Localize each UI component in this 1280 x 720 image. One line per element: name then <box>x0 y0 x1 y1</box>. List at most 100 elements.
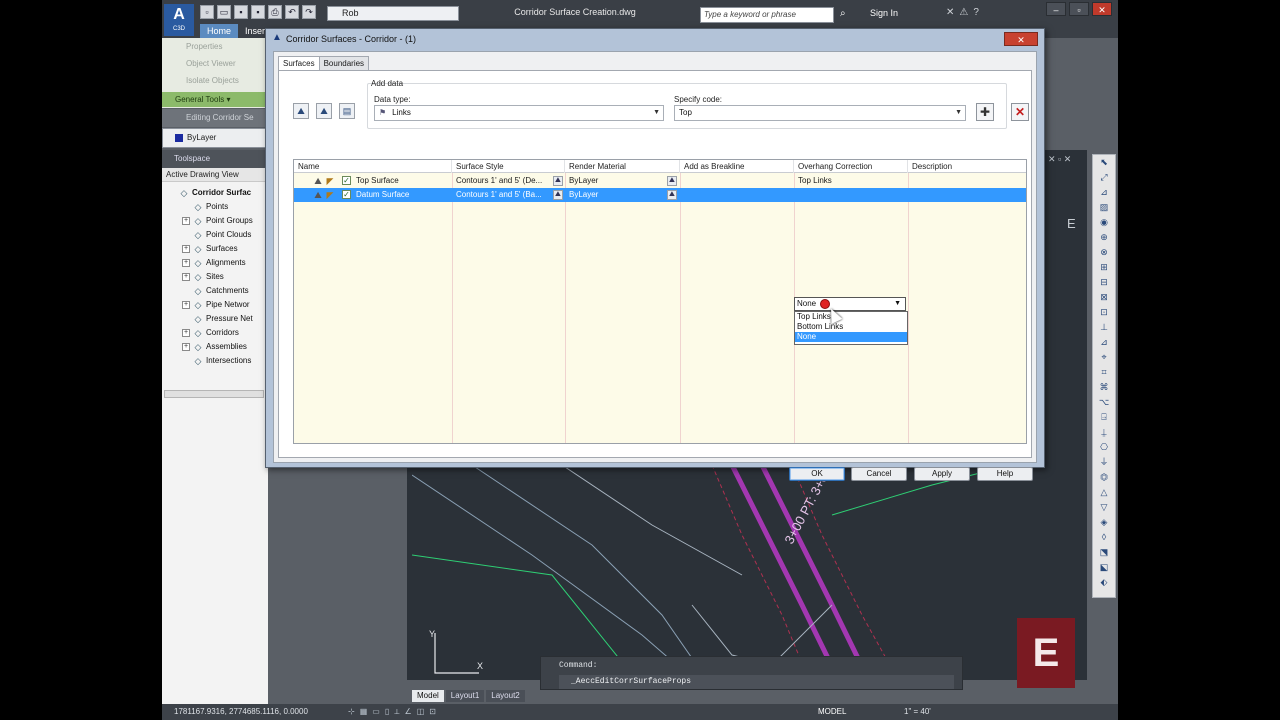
overhang-correction-dropdown[interactable]: None ▼ <box>794 297 906 311</box>
expand-icon[interactable]: + <box>182 244 190 253</box>
surface-from-links-icon[interactable]: ⛰ <box>316 103 332 119</box>
tool-icon[interactable]: ⊠ <box>1093 290 1115 305</box>
workspace-dropdown[interactable]: Rob <box>327 6 459 21</box>
tree-item[interactable]: ◇ Corridor Surfac <box>162 186 268 200</box>
surface-name[interactable]: Datum Surface <box>352 188 450 202</box>
column-name[interactable]: Name <box>294 160 452 173</box>
render-material[interactable]: ByLayer <box>565 188 665 202</box>
tool-icon[interactable]: ⊕ <box>1093 230 1115 245</box>
tree-item[interactable]: + ◇ Assemblies <box>162 340 268 354</box>
tool-icon[interactable]: ⎔ <box>1093 440 1115 455</box>
tool-icon[interactable]: ◉ <box>1093 215 1115 230</box>
print-icon[interactable]: ⎙ <box>268 5 282 19</box>
add-data-button[interactable]: ✚ <box>976 103 994 121</box>
sign-in-link[interactable]: Sign In <box>870 8 898 18</box>
redo-icon[interactable]: ↷ <box>302 5 316 19</box>
column-render-material[interactable]: Render Material <box>565 160 680 173</box>
tool-icon[interactable]: ⊥ <box>1093 320 1115 335</box>
tree-item[interactable]: ◇ Point Clouds <box>162 228 268 242</box>
tree-item[interactable]: + ◇ Sites <box>162 270 268 284</box>
command-input[interactable]: _AeccEditCorrSurfaceProps <box>559 675 954 689</box>
expand-icon[interactable]: + <box>182 216 190 225</box>
surface-checkbox[interactable]: ✓ <box>342 190 351 199</box>
specify-code-select[interactable]: Top ▼ <box>674 105 966 121</box>
tool-icon[interactable]: ⤢ <box>1093 170 1115 185</box>
tab-layout1[interactable]: Layout1 <box>445 690 485 702</box>
tool-icon[interactable]: ⊟ <box>1093 275 1115 290</box>
expand-icon[interactable]: + <box>182 300 190 309</box>
surface-style[interactable]: Contours 1' and 5' (De... <box>452 174 552 188</box>
tool-icon[interactable]: ⌖ <box>1093 350 1115 365</box>
search-binoculars-icon[interactable]: ⌕ <box>840 8 849 19</box>
tool-icon[interactable]: ⍈ <box>1093 410 1115 425</box>
render-material[interactable]: ByLayer <box>565 174 665 188</box>
tree-item[interactable]: ◇ Points <box>162 200 268 214</box>
tab-home[interactable]: Home <box>200 24 239 38</box>
tool-icon[interactable]: ⊗ <box>1093 245 1115 260</box>
column-surface-style[interactable]: Surface Style <box>452 160 565 173</box>
tool-icon[interactable]: ⬔ <box>1093 545 1115 560</box>
maximize-icon[interactable]: ▫ <box>1069 2 1089 16</box>
tree-item[interactable]: + ◇ Pipe Networ <box>162 298 268 312</box>
tree-item[interactable]: + ◇ Surfaces <box>162 242 268 256</box>
save-as-icon[interactable]: ▪ <box>251 5 265 19</box>
table-row[interactable]: ⛰ ◤ ✓ Datum Surface Contours 1' and 5' (Ba..… <box>294 188 1026 202</box>
close-icon[interactable]: ✕ <box>1092 2 1112 16</box>
surface-properties-icon[interactable]: ▤ <box>339 103 355 119</box>
style-picker-icon[interactable]: ⛰ <box>553 176 563 186</box>
style-picker-icon[interactable]: ⛰ <box>553 190 563 200</box>
tool-icon[interactable]: ◊ <box>1093 530 1115 545</box>
tab-boundaries[interactable]: Boundaries <box>318 56 370 71</box>
new-icon[interactable]: ▫ <box>200 5 214 19</box>
tool-icon[interactable]: ⏚ <box>1093 455 1115 470</box>
material-picker-icon[interactable]: ⛰ <box>667 190 677 200</box>
tool-icon[interactable]: ⌥ <box>1093 395 1115 410</box>
tool-icon[interactable]: ▨ <box>1093 200 1115 215</box>
tool-icon[interactable]: ⬕ <box>1093 560 1115 575</box>
material-picker-icon[interactable]: ⛰ <box>667 176 677 186</box>
table-row[interactable]: ⛰ ◤ ✓ Top Surface Contours 1' and 5' (De... ⛰… <box>294 174 1026 188</box>
viewcube-letter[interactable]: E <box>1067 216 1076 231</box>
column-add-as-breakline[interactable]: Add as Breakline <box>680 160 794 173</box>
dropdown-option[interactable]: Top Links <box>795 312 907 322</box>
tree-item[interactable]: ◇ Pressure Net <box>162 312 268 326</box>
open-icon[interactable]: ▭ <box>217 5 231 19</box>
remove-item-button[interactable]: ✕ <box>1011 103 1029 121</box>
surface-name[interactable]: Top Surface <box>352 174 450 188</box>
layer-property-dropdown[interactable]: ByLayer <box>162 128 268 148</box>
tab-surfaces[interactable]: Surfaces <box>278 56 320 71</box>
column-overhang-correction[interactable]: Overhang Correction <box>794 160 908 173</box>
tool-icon[interactable]: ⬉ <box>1093 155 1115 170</box>
surface-style[interactable]: Contours 1' and 5' (Ba... <box>452 188 552 202</box>
overhang-correction[interactable]: Top Links <box>794 174 906 188</box>
tree-item[interactable]: + ◇ Alignments <box>162 256 268 270</box>
exchange-icons[interactable]: ✕⚠? <box>946 7 984 18</box>
viewport-controls[interactable]: ✕ ▫ ✕ <box>1048 154 1071 165</box>
active-drawing-view-dropdown[interactable]: Active Drawing View <box>162 168 268 182</box>
tool-icon[interactable]: ◈ <box>1093 515 1115 530</box>
expand-icon[interactable]: + <box>182 258 190 267</box>
surface-checkbox[interactable]: ✓ <box>342 176 351 185</box>
tool-icon[interactable]: ⌗ <box>1093 365 1115 380</box>
minimize-icon[interactable]: – <box>1046 2 1066 16</box>
tool-icon[interactable]: ⬖ <box>1093 575 1115 590</box>
dialog-title-bar[interactable]: ▲ Corridor Surfaces - Corridor - (1) <box>266 29 1044 49</box>
create-surface-icon[interactable]: ⛰ <box>293 103 309 119</box>
tool-icon[interactable]: ⏣ <box>1093 470 1115 485</box>
column-description[interactable]: Description <box>908 160 1026 173</box>
horizontal-scrollbar[interactable] <box>164 390 264 398</box>
dropdown-option[interactable]: None <box>795 332 907 342</box>
status-toggle-icons[interactable]: ⊹▦▭▯⟂∠◫⊡ <box>348 704 441 720</box>
search-input[interactable]: Type a keyword or phrase <box>700 7 834 23</box>
general-tools-panel-label[interactable]: General Tools ▾ <box>162 92 266 107</box>
tool-icon[interactable]: ⊿ <box>1093 335 1115 350</box>
cancel-button[interactable]: Cancel <box>851 467 907 481</box>
model-space-toggle[interactable]: MODEL <box>818 704 846 720</box>
tool-icon[interactable]: △ <box>1093 485 1115 500</box>
isolate-objects-button[interactable]: Isolate Objects <box>162 72 282 89</box>
expand-icon[interactable]: + <box>182 342 190 351</box>
object-viewer-button[interactable]: Object Viewer <box>162 55 282 72</box>
expand-icon[interactable]: + <box>182 328 190 337</box>
tool-icon[interactable]: ⌘ <box>1093 380 1115 395</box>
tool-icon[interactable]: ⊿ <box>1093 185 1115 200</box>
